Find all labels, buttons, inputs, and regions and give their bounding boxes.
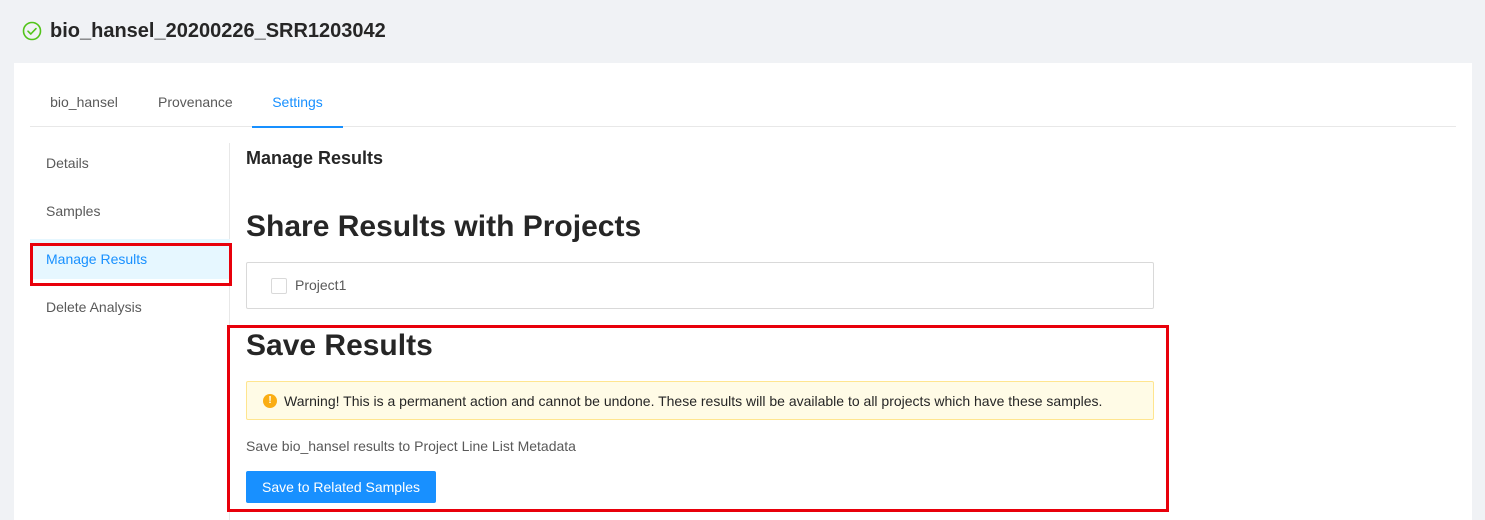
save-to-related-samples-button[interactable]: Save to Related Samples	[246, 471, 436, 503]
project-list: Project1	[246, 262, 1154, 309]
project-checkbox[interactable]	[271, 278, 287, 294]
tab-bar: bio_hansel Provenance Settings	[30, 63, 1456, 128]
settings-sidebar: Details Samples Manage Results Delete An…	[30, 143, 230, 520]
save-description: Save bio_hansel results to Project Line …	[246, 438, 576, 454]
save-results-heading: Save Results	[246, 329, 433, 362]
page-title: bio_hansel_20200226_SRR1203042	[50, 19, 386, 42]
sidebar-item-delete-analysis[interactable]: Delete Analysis	[30, 287, 230, 327]
check-circle-icon	[22, 21, 42, 41]
tab-provenance[interactable]: Provenance	[138, 63, 252, 127]
sidebar-item-manage-results[interactable]: Manage Results	[30, 239, 230, 279]
page-header: bio_hansel_20200226_SRR1203042	[0, 0, 1485, 62]
sidebar-item-samples[interactable]: Samples	[30, 191, 230, 231]
project-label[interactable]: Project1	[295, 277, 346, 293]
warning-text: Warning! This is a permanent action and …	[284, 393, 1103, 409]
warning-alert: ! Warning! This is a permanent action an…	[246, 381, 1154, 420]
share-results-heading: Share Results with Projects	[246, 210, 642, 243]
section-title: Manage Results	[246, 148, 384, 168]
exclamation-circle-icon: !	[263, 394, 277, 408]
sidebar-item-details[interactable]: Details	[30, 143, 230, 183]
tab-bio-hansel[interactable]: bio_hansel	[30, 63, 138, 127]
tab-settings[interactable]: Settings	[252, 63, 343, 128]
